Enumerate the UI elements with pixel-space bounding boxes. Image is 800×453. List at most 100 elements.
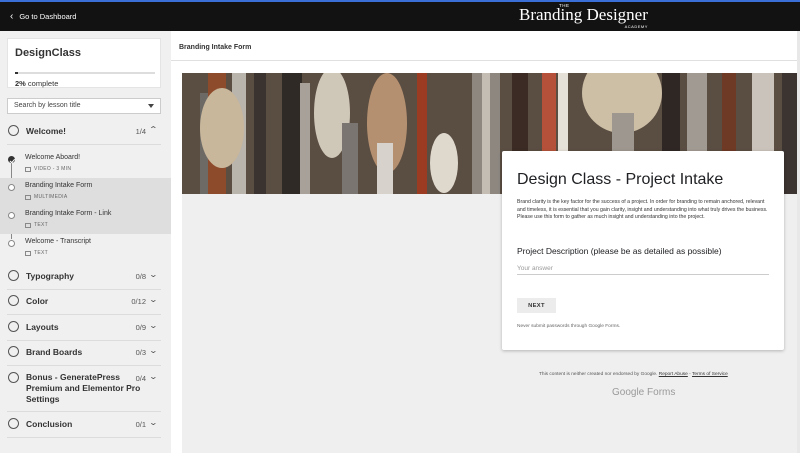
chevron-down-icon: ⌄	[148, 270, 159, 279]
lesson-search-select[interactable]: Search by lesson title	[7, 98, 161, 114]
section-title: Layouts	[26, 322, 59, 332]
next-button[interactable]: NEXT	[517, 298, 556, 313]
section-count: 0/3	[135, 348, 146, 357]
lesson-welcome-transcript[interactable]: Welcome - Transcript TEXT	[0, 234, 171, 262]
progress-suffix: complete	[25, 79, 59, 88]
lesson-type: VIDEO - 3 MIN	[34, 166, 72, 172]
section-layouts[interactable]: Layouts 0/9 ⌄	[0, 315, 171, 340]
section-status-circle-icon	[8, 270, 19, 281]
lesson-type: TEXT	[34, 250, 48, 256]
section-color[interactable]: Color 0/12 ⌄	[0, 289, 171, 314]
lesson-title: Branding Intake Form	[25, 182, 93, 189]
progress-label: 2% complete	[15, 79, 58, 88]
divider	[7, 437, 161, 438]
lesson-branding-intake-form[interactable]: Branding Intake Form MULTIMEDIA	[0, 178, 171, 206]
section-count: 0/4	[135, 374, 146, 383]
lesson-status-circle-icon	[8, 184, 15, 191]
disclaimer-text: This content is neither created nor endo…	[539, 372, 658, 377]
section-count: 1/4	[135, 127, 146, 136]
progress-bar	[15, 72, 155, 74]
lesson-meta: MULTIMEDIA	[25, 194, 67, 200]
section-status-circle-icon	[8, 418, 19, 429]
chevron-down-icon: ⌄	[148, 372, 159, 381]
lesson-status-circle-icon	[8, 212, 15, 219]
text-document-icon	[25, 250, 31, 256]
section-title-line: Settings	[26, 394, 60, 404]
video-icon	[25, 166, 31, 172]
section-title: Brand Boards	[26, 347, 83, 357]
course-progress-card: DesignClass 2% complete	[7, 38, 161, 88]
forms-wordmark: Forms	[644, 387, 676, 398]
lesson-content: Branding Intake Form Design Class - Proj…	[171, 31, 800, 453]
google-wordmark: Google	[612, 387, 645, 398]
lesson-branding-intake-form-link[interactable]: Branding Intake Form - Link TEXT	[0, 206, 171, 234]
chevron-up-icon: ⌃	[148, 125, 159, 134]
text-document-icon	[25, 222, 31, 228]
section-status-circle-icon	[8, 346, 19, 357]
brand-logo[interactable]: THE Branding Designer ACADEMY	[519, 3, 648, 29]
brand-name: Branding Designer	[519, 5, 648, 24]
lesson-header: Branding Intake Form	[171, 31, 800, 61]
chevron-down-icon: ⌄	[148, 295, 159, 304]
chevron-down-icon: ⌄	[148, 321, 159, 330]
google-disclaimer: This content is neither created nor endo…	[539, 372, 728, 377]
section-status-circle-icon	[8, 372, 19, 383]
section-title: Typography	[26, 271, 75, 281]
section-status-circle-icon	[8, 125, 19, 136]
lesson-type: MULTIMEDIA	[34, 194, 68, 200]
section-count: 0/1	[135, 420, 146, 429]
lesson-title: Branding Intake Form - Link	[25, 210, 112, 217]
password-warning: Never submit passwords through Google Fo…	[517, 324, 621, 329]
lesson-meta: TEXT	[25, 222, 48, 228]
course-title: DesignClass	[15, 47, 82, 59]
section-title: Bonus - GeneratePress Premium and Elemen…	[26, 372, 140, 405]
progress-bar-fill	[15, 72, 18, 74]
lesson-title: Welcome Aboard!	[25, 154, 81, 161]
divider	[7, 144, 161, 145]
terms-of-service-link[interactable]: Terms of Service	[692, 372, 728, 377]
form-description: Brand clarity is the key factor for the …	[517, 199, 768, 221]
section-count: 0/8	[135, 272, 146, 281]
section-title: Welcome!	[26, 126, 66, 136]
caret-down-icon	[148, 104, 154, 108]
section-title-line: Premium and Elementor Pro	[26, 383, 141, 393]
progress-percent: 2%	[15, 79, 26, 88]
section-count: 0/9	[135, 323, 146, 332]
section-brand-boards[interactable]: Brand Boards 0/3 ⌄	[0, 340, 171, 365]
section-welcome[interactable]: Welcome! 1/4 ⌃	[0, 119, 171, 144]
form-card: Design Class - Project Intake Brand clar…	[502, 151, 784, 350]
chevron-left-icon: ‹	[10, 10, 14, 22]
report-abuse-link[interactable]: Report Abuse	[659, 372, 688, 377]
multimedia-icon	[25, 194, 31, 200]
go-to-dashboard-link[interactable]: ‹ Go to Dashboard	[10, 10, 77, 22]
brand-academy: ACADEMY	[624, 24, 648, 29]
lesson-meta: VIDEO - 3 MIN	[25, 166, 71, 172]
google-form-embed: Design Class - Project Intake Brand clar…	[182, 73, 800, 453]
chevron-down-icon: ⌄	[148, 346, 159, 355]
section-bonus[interactable]: Bonus - GeneratePress Premium and Elemen…	[0, 366, 171, 411]
brand-the: THE	[559, 3, 570, 8]
section-title: Conclusion	[26, 419, 73, 429]
lesson-status-circle-icon	[8, 240, 15, 247]
form-title: Design Class - Project Intake	[517, 171, 724, 188]
lesson-type: TEXT	[34, 222, 48, 228]
section-status-circle-icon	[8, 321, 19, 332]
top-bar: ‹ Go to Dashboard THE Branding Designer …	[0, 0, 800, 31]
section-typography[interactable]: Typography 0/8 ⌄	[0, 264, 171, 289]
lesson-title: Welcome - Transcript	[25, 238, 91, 245]
chevron-down-icon: ⌄	[148, 418, 159, 427]
go-to-dashboard-label: Go to Dashboard	[19, 12, 77, 21]
lesson-meta: TEXT	[25, 250, 48, 256]
lesson-header-title: Branding Intake Form	[179, 44, 252, 51]
project-description-input[interactable]	[517, 263, 769, 275]
checkmark-circle-icon	[8, 156, 15, 163]
section-count: 0/12	[131, 297, 146, 306]
section-title: Color	[26, 296, 49, 306]
section-status-circle-icon	[8, 295, 19, 306]
section-conclusion[interactable]: Conclusion 0/1 ⌄	[0, 412, 171, 437]
question-label: Project Description (please be as detail…	[517, 246, 722, 256]
lesson-welcome-aboard[interactable]: Welcome Aboard! VIDEO - 3 MIN	[0, 150, 171, 178]
section-title-line: Bonus - GeneratePress	[26, 372, 121, 382]
lesson-search-placeholder: Search by lesson title	[14, 102, 81, 109]
google-forms-logo[interactable]: Google Forms	[612, 387, 675, 398]
